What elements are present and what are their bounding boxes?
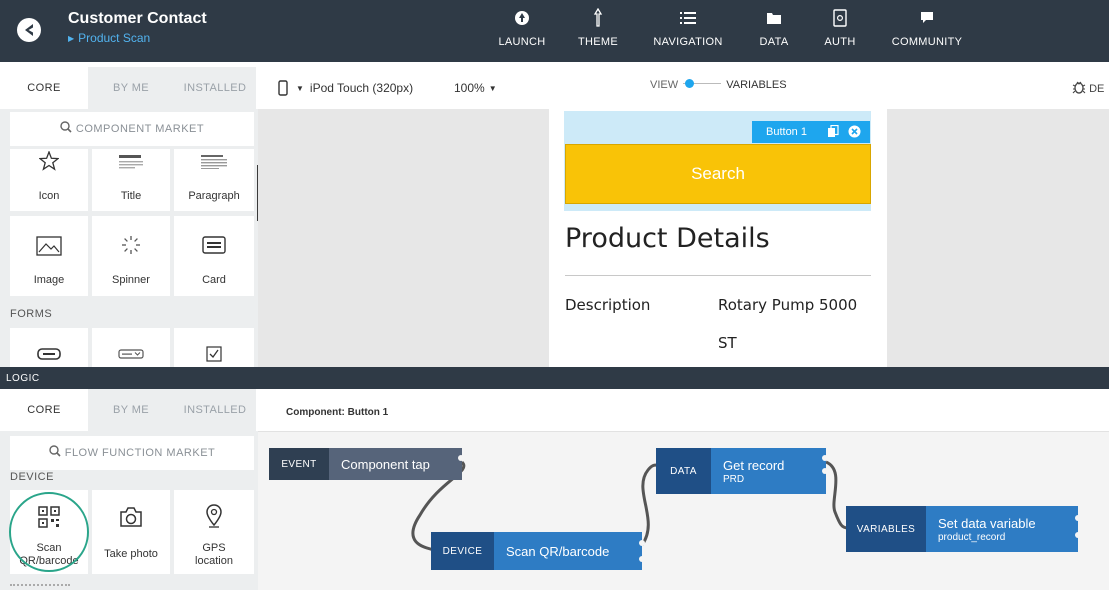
device-out-port[interactable] <box>639 540 645 546</box>
event-node-title: Component tap <box>341 456 430 472</box>
event-node[interactable]: EVENT Component tap <box>269 448 462 480</box>
variables-out-port[interactable] <box>1075 515 1081 521</box>
connection-data-variables <box>825 460 849 530</box>
device-node[interactable]: DEVICE Scan QR/barcode <box>431 532 642 570</box>
variables-node-sub: product_record <box>938 531 1006 543</box>
event-out-port[interactable] <box>458 455 464 461</box>
device-node-title: Scan QR/barcode <box>506 543 610 559</box>
device-out-port-2[interactable] <box>639 556 645 562</box>
data-node-title: Get record <box>723 457 785 473</box>
device-node-tag: DEVICE <box>431 532 494 570</box>
data-out-port[interactable] <box>822 455 828 461</box>
variables-out-port-2[interactable] <box>1075 532 1081 538</box>
data-node-tag: DATA <box>656 448 711 494</box>
app-window: Customer Contact ▶ Product Scan LAUNCH TH… <box>0 0 1109 590</box>
variables-node[interactable]: VARIABLES Set data variable product_recor… <box>846 506 1078 552</box>
variables-node-tag: VARIABLES <box>846 506 926 552</box>
data-node-sub: PRD <box>723 473 745 485</box>
data-out-port-2[interactable] <box>822 468 828 474</box>
logic-connections <box>411 460 849 552</box>
data-node[interactable]: DATA Get record PRD <box>656 448 826 494</box>
event-node-tag: EVENT <box>269 448 329 480</box>
variables-node-title: Set data variable <box>938 515 1036 531</box>
